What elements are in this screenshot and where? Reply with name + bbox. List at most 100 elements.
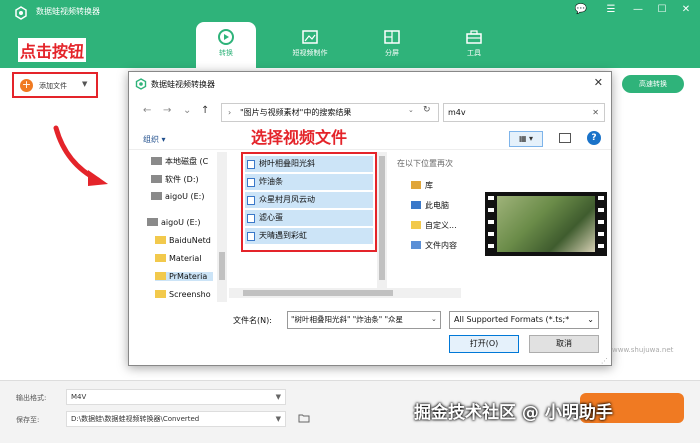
search-location-file-contents[interactable]: 文件内容 — [411, 240, 457, 251]
folder-icon — [411, 221, 421, 229]
dialog-logo-icon — [135, 78, 147, 90]
tab-convert-label: 转换 — [219, 49, 233, 57]
video-thumbnail — [485, 192, 607, 256]
folder-icon — [155, 236, 166, 244]
output-format-label: 输出格式: — [16, 394, 47, 402]
search-clear-icon[interactable]: ✕ — [592, 104, 599, 121]
chevron-down-icon[interactable]: ▼ — [82, 80, 87, 88]
file-type-filter[interactable]: All Supported Formats (*.ts;* ⌄ — [449, 311, 599, 329]
search-location-computer[interactable]: 此电脑 — [411, 200, 449, 211]
tree-item[interactable]: Material — [155, 254, 202, 263]
tab-convert[interactable]: 转换 — [196, 22, 256, 68]
cancel-button[interactable]: 取消 — [529, 335, 599, 353]
address-text: "图片与视频素材"中的搜索结果 — [240, 108, 352, 117]
folder-icon — [155, 272, 166, 280]
community-watermark: 掘金技术社区 @ 小明助手 — [414, 403, 613, 423]
tab-split-screen[interactable]: 分屏 — [362, 22, 422, 68]
film-hole — [598, 220, 604, 224]
preview-pane: 在以下位置再次 库 此电脑 自定义... 文件内容 — [391, 152, 611, 302]
tab-short-video[interactable]: 短视频制作 — [280, 22, 340, 68]
open-button[interactable]: 打开(O) — [449, 335, 519, 353]
dialog-close-icon[interactable]: ✕ — [594, 76, 603, 89]
tree-item[interactable]: aigoU (E:) — [147, 218, 201, 227]
search-location-custom[interactable]: 自定义... — [411, 220, 457, 231]
filename-dropdown-icon[interactable]: ⌄ — [431, 315, 437, 323]
open-folder-icon[interactable] — [298, 412, 310, 424]
tab-toolbox-label: 工具 — [467, 49, 481, 57]
file-list: 树叶相叠阳光斜 炸油条 众星村月风云动 滤心蛋 天晴遇到彩虹 — [241, 152, 377, 252]
horizontal-scroll-thumb[interactable] — [243, 290, 393, 296]
organize-menu[interactable]: 组织 ▾ — [143, 134, 166, 145]
annotation-arrow-icon — [53, 125, 108, 186]
back-icon[interactable]: ← — [143, 105, 151, 116]
cancel-button-label: 取消 — [556, 339, 572, 348]
tree-item[interactable]: 本地磁盘 (C — [151, 156, 208, 167]
chevron-down-icon: ▼ — [275, 393, 281, 401]
add-file-button[interactable]: + 添加文件 ▼ — [12, 72, 98, 98]
tree-item[interactable]: Screensho — [155, 290, 211, 299]
short-video-icon — [302, 30, 318, 44]
folder-icon — [155, 254, 166, 262]
drive-icon — [147, 218, 158, 226]
menu-icon[interactable]: ☰ — [604, 4, 618, 15]
annotation-select-video-files: 选择视频文件 — [249, 124, 350, 148]
drive-icon — [151, 157, 162, 165]
video-file-icon — [247, 178, 255, 187]
feedback-icon[interactable]: 💬 — [574, 4, 588, 15]
address-dropdown-icon[interactable]: ⌄ — [408, 106, 414, 114]
preview-pane-icon[interactable] — [559, 133, 571, 143]
video-file-icon — [247, 232, 255, 241]
up-folder-icon[interactable]: ↑ — [201, 105, 209, 116]
filename-label: 文件名(N): — [233, 316, 272, 325]
tree-item[interactable]: aigoU (E:) — [151, 192, 205, 201]
list-item[interactable]: 众星村月风云动 — [245, 192, 373, 208]
file-scroll-thumb[interactable] — [379, 156, 385, 280]
tab-split-screen-label: 分屏 — [385, 49, 399, 57]
add-file-label: 添加文件 — [39, 82, 67, 90]
refresh-icon[interactable]: ↻ — [423, 105, 431, 115]
search-input[interactable]: m4v ✕ — [443, 103, 605, 122]
forward-icon[interactable]: → — [163, 105, 171, 116]
output-format-value: M4V — [71, 393, 87, 401]
tree-item[interactable]: 软件 (D:) — [151, 174, 199, 185]
list-item[interactable]: 树叶相叠阳光斜 — [245, 156, 373, 172]
film-hole — [488, 244, 494, 248]
minimize-icon[interactable]: — — [631, 4, 645, 15]
filename-input[interactable]: "树叶相叠阳光斜" "炸油条" "众星 — [287, 311, 441, 329]
list-item[interactable]: 炸油条 — [245, 174, 373, 190]
tab-short-video-label: 短视频制作 — [292, 49, 328, 57]
split-screen-icon — [384, 30, 400, 44]
output-format-select[interactable]: M4V ▼ — [66, 389, 286, 405]
view-options-button[interactable]: ▦ ▾ — [509, 131, 543, 147]
app-logo-icon — [15, 6, 27, 20]
tree-item-selected[interactable]: PrMateria — [155, 272, 214, 281]
dialog-title: 数据蛙视频转换器 — [151, 80, 215, 89]
tab-toolbox[interactable]: 工具 — [444, 22, 504, 68]
maximize-icon[interactable]: ☐ — [655, 4, 669, 15]
dialog-titlebar: 数据蛙视频转换器 ✕ — [129, 72, 611, 96]
resize-grip-icon[interactable]: ⋰ — [601, 357, 608, 365]
address-bar[interactable]: › "图片与视频素材"中的搜索结果 — [221, 103, 439, 122]
tree-item[interactable]: BaiduNetd — [155, 236, 211, 245]
high-speed-convert-toggle[interactable]: 高速转换 — [622, 75, 684, 93]
list-item[interactable]: 滤心蛋 — [245, 210, 373, 226]
film-hole — [488, 196, 494, 200]
film-hole — [598, 244, 604, 248]
convert-icon — [218, 29, 234, 45]
tree-scroll-thumb[interactable] — [219, 252, 225, 280]
video-file-icon — [247, 160, 255, 169]
folder-icon — [155, 290, 166, 298]
toolbox-icon — [466, 30, 482, 44]
file-list-scrollbar[interactable] — [377, 152, 387, 292]
recent-dropdown-icon[interactable]: ⌄ — [183, 105, 191, 116]
close-icon[interactable]: ✕ — [679, 4, 693, 15]
search-location-library[interactable]: 库 — [411, 180, 433, 191]
file-type-dropdown-icon: ⌄ — [587, 315, 594, 324]
list-item[interactable]: 天晴遇到彩虹 — [245, 228, 373, 244]
address-separator-icon: › — [228, 108, 232, 117]
tree-scrollbar[interactable] — [217, 152, 227, 302]
dialog-toolbar: 组织 ▾ ▦ ▾ ? — [129, 128, 611, 150]
save-to-path-select[interactable]: D:\数据蛙\数据蛙视频转换器\Converted ▼ — [66, 411, 286, 427]
help-icon[interactable]: ? — [587, 131, 601, 145]
search-again-header: 在以下位置再次 — [397, 159, 453, 168]
